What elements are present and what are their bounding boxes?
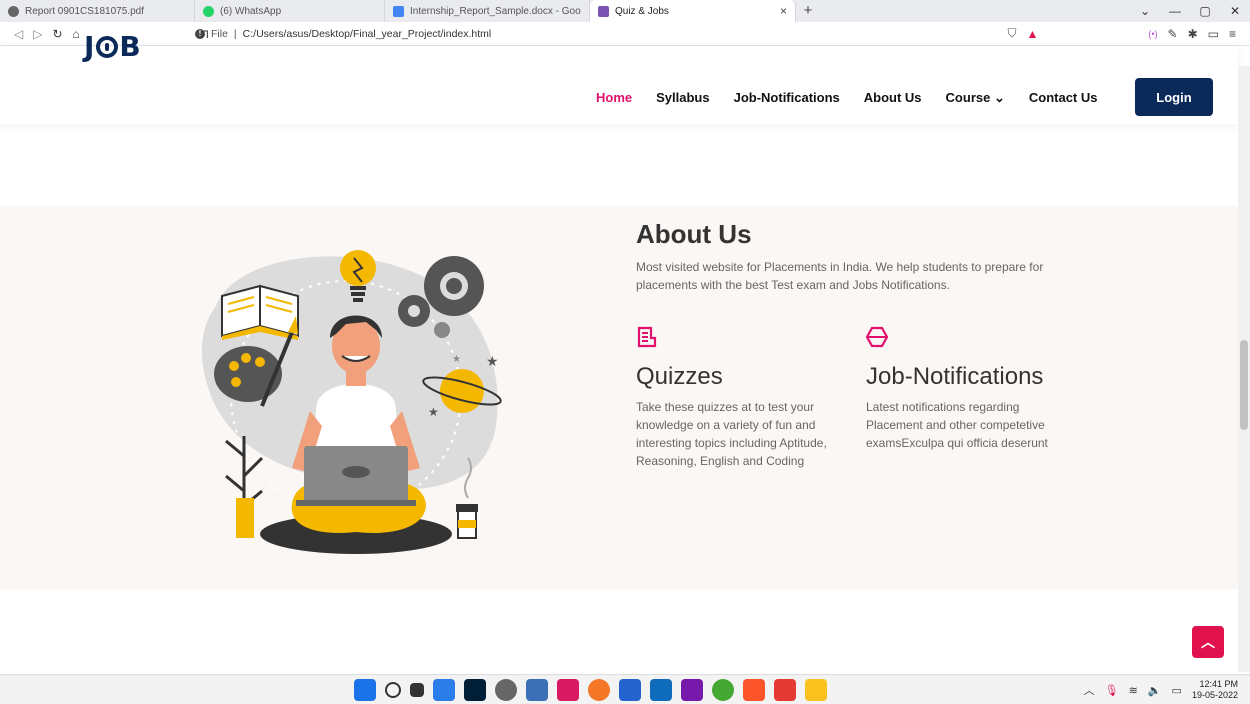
windows-taskbar: ︿ 🎙 ≋ 🔈 ▭ 12:41 PM 19-05-2022	[0, 674, 1250, 704]
nav-home[interactable]: Home	[596, 90, 632, 106]
svg-text:★: ★	[486, 353, 499, 369]
site-logo[interactable]: JB	[84, 30, 142, 63]
nav-contact-us[interactable]: Contact Us	[1029, 90, 1098, 106]
task-view-icon[interactable]	[410, 683, 424, 697]
maximize-button[interactable]: ▢	[1190, 4, 1220, 18]
quiz-icon	[637, 326, 657, 348]
tab-title: Quiz & Jobs	[615, 5, 669, 17]
browser-tab-bar: Report 0901CS181075.pdf (6) WhatsApp Int…	[0, 0, 1250, 22]
nav-about-us[interactable]: About Us	[864, 90, 922, 106]
tab-internship-doc[interactable]: Internship_Report_Sample.docx - Goo	[385, 0, 590, 22]
svg-text:★: ★	[428, 405, 439, 419]
chevron-up-icon[interactable]: ︿	[1084, 682, 1095, 698]
onenote-icon[interactable]	[681, 679, 703, 701]
main-nav: Home Syllabus Job-Notifications About Us…	[596, 90, 1097, 106]
tab-search-icon[interactable]: ⌄	[1130, 4, 1160, 18]
tab-title: (6) WhatsApp	[220, 5, 282, 17]
cube-icon	[866, 326, 888, 348]
eyedropper-icon[interactable]: ✎	[1168, 27, 1178, 41]
whatsapp-icon	[203, 5, 214, 17]
clock-time: 12:41 PM	[1199, 679, 1238, 689]
logo-letter: B	[119, 30, 142, 63]
logo-lock-icon	[96, 35, 119, 58]
about-description: Most visited website for Placements in I…	[636, 260, 1044, 292]
extensions-icon[interactable]: ✱	[1188, 27, 1198, 41]
globe-icon	[8, 5, 19, 17]
photoshop-icon[interactable]	[464, 679, 486, 701]
clock-date: 19-05-2022	[1191, 690, 1238, 700]
windows-start-icon[interactable]	[354, 679, 376, 701]
search-icon[interactable]	[385, 682, 401, 698]
todo-icon[interactable]	[619, 679, 641, 701]
minimize-button[interactable]: —	[1160, 4, 1190, 18]
tab-quiz-jobs[interactable]: Quiz & Jobs ×	[590, 0, 796, 22]
tab-report-pdf[interactable]: Report 0901CS181075.pdf	[0, 0, 195, 22]
anaconda-icon[interactable]	[712, 679, 734, 701]
close-tab-icon[interactable]: ×	[780, 4, 787, 18]
wallet-icon[interactable]: (•)	[1148, 29, 1157, 39]
tab-title: Report 0901CS181075.pdf	[25, 5, 144, 17]
scrollbar-thumb[interactable]	[1240, 340, 1248, 430]
feature-title-job-notifications: Job-Notifications	[866, 363, 1044, 390]
window-controls: ⌄ — ▢ ✕	[1130, 0, 1250, 22]
about-illustration: ★ ★ ★	[201, 250, 502, 554]
forward-icon[interactable]: ▷	[33, 27, 42, 41]
back-to-top-button[interactable]: ︿	[1192, 626, 1224, 658]
back-icon[interactable]: ◁	[14, 27, 23, 41]
about-section: ★ ★ ★ About Us Most visited website for …	[0, 206, 1238, 589]
widgets-icon[interactable]	[433, 679, 455, 701]
sidebar-icon[interactable]: ▭	[1208, 27, 1219, 41]
nav-course-dropdown[interactable]: Course	[946, 90, 1005, 106]
feature-desc-job-notifications: Latest notifications regarding Placement…	[866, 400, 1048, 450]
about-title: About Us	[636, 219, 752, 249]
menu-icon[interactable]: ≡	[1229, 27, 1236, 41]
chevron-up-icon: ︿	[1201, 634, 1215, 650]
extensions-area: ⛉ ▲ (•) ✎ ✱ ▭ ≡	[1007, 26, 1250, 41]
battery-icon[interactable]: ▭	[1172, 684, 1182, 697]
nav-job-notifications[interactable]: Job-Notifications	[734, 90, 840, 106]
system-tray: ︿ 🎙 ≋ 🔈 ▭ 12:41 PM 19-05-2022	[1084, 679, 1238, 701]
new-tab-button[interactable]: +	[796, 0, 820, 22]
google-docs-icon	[393, 5, 404, 17]
volume-icon[interactable]: 🔈	[1148, 684, 1162, 697]
git-icon[interactable]	[495, 679, 517, 701]
wifi-icon[interactable]: ≋	[1129, 684, 1138, 697]
reload-icon[interactable]: ↻	[52, 27, 62, 41]
bootstrap-icon	[598, 5, 609, 17]
svg-text:★: ★	[452, 354, 461, 365]
clock[interactable]: 12:41 PM 19-05-2022	[1192, 679, 1238, 701]
tab-title: Internship_Report_Sample.docx - Goo	[410, 5, 581, 17]
mail-icon[interactable]	[650, 679, 672, 701]
jupyter-icon[interactable]	[588, 679, 610, 701]
feature-desc-quizzes: Take these quizzes at to test your knowl…	[636, 400, 827, 468]
brave-icon[interactable]	[743, 679, 765, 701]
file-explorer-icon[interactable]	[805, 679, 827, 701]
taskbar-apps	[354, 679, 827, 701]
home-icon[interactable]: ⌂	[73, 27, 80, 41]
pycharm-icon[interactable]	[526, 679, 548, 701]
tab-whatsapp[interactable]: (6) WhatsApp	[195, 0, 385, 22]
nav-syllabus[interactable]: Syllabus	[656, 90, 709, 106]
android-studio-icon[interactable]	[557, 679, 579, 701]
feature-title-quizzes: Quizzes	[636, 363, 723, 390]
wps-icon[interactable]	[774, 679, 796, 701]
url-text: C:/Users/asus/Desktop/Final_year_Project…	[242, 27, 492, 40]
brave-rewards-icon[interactable]: ▲	[1026, 27, 1038, 41]
login-button[interactable]: Login	[1135, 78, 1213, 116]
url-scheme: File	[211, 27, 228, 40]
info-icon[interactable]: !	[195, 28, 205, 39]
address-bar: ◁ ▷ ↻ ⌂ ⊓ ! File | C:/Users/asus/Desktop…	[0, 22, 1250, 46]
logo-letter: J	[84, 30, 96, 63]
site-header	[0, 46, 1238, 124]
brave-shield-icon[interactable]: ⛉	[1007, 26, 1016, 41]
url-field[interactable]: ! File | C:/Users/asus/Desktop/Final_yea…	[195, 28, 1007, 40]
url-separator: |	[233, 27, 237, 40]
close-window-button[interactable]: ✕	[1220, 4, 1250, 18]
microphone-icon[interactable]: 🎙	[1105, 684, 1119, 697]
